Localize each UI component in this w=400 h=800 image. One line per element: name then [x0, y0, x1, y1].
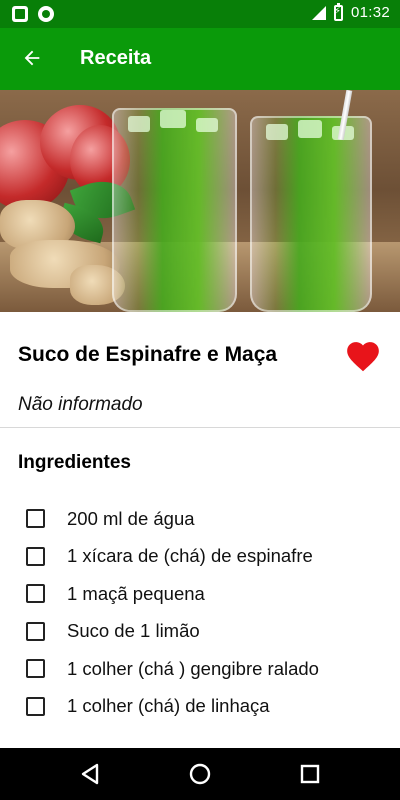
signal-icon: [311, 5, 326, 20]
recipe-subtitle: Não informado: [18, 394, 143, 415]
ingredient-checkbox[interactable]: [26, 546, 45, 566]
heart-icon: [347, 342, 379, 372]
photo-ice: [128, 116, 150, 132]
photo-ice: [196, 118, 218, 132]
arrow-back-icon: [24, 50, 40, 66]
back-button[interactable]: [16, 42, 48, 74]
ingredients-heading: Ingredientes: [18, 452, 131, 473]
ingredient-checkbox[interactable]: [26, 659, 45, 679]
photo-juice-glass: [112, 108, 237, 312]
home-circle-icon: [189, 763, 211, 785]
ingredient-label: 1 xícara de (chá) de espinafre: [67, 545, 313, 567]
ingredient-checkbox[interactable]: [26, 696, 45, 716]
photo-ice: [266, 124, 288, 140]
ingredient-item[interactable]: 1 colher (chá) de linhaça: [0, 688, 400, 726]
recents-square-icon: [300, 764, 320, 784]
ingredient-checkbox[interactable]: [26, 584, 45, 604]
favorite-button[interactable]: [344, 340, 382, 376]
status-time: 01:32: [350, 4, 390, 21]
ingredients-list: 200 ml de água 1 xícara de (chá) de espi…: [0, 500, 400, 725]
ingredient-item[interactable]: 1 xícara de (chá) de espinafre: [0, 538, 400, 576]
ingredient-label: 1 maçã pequena: [67, 582, 205, 604]
ingredient-item[interactable]: 1 colher (chá ) gengibre ralado: [0, 650, 400, 688]
ingredient-label: 1 colher (chá) de linhaça: [67, 695, 270, 717]
recipe-details: Suco de Espinafre e Maça Não informado I…: [0, 312, 400, 748]
nav-back-button[interactable]: [74, 758, 106, 790]
photo-ice: [298, 120, 322, 138]
divider: [0, 427, 400, 428]
ingredient-item[interactable]: Suco de 1 limão: [0, 613, 400, 651]
recipe-photo: [0, 90, 400, 312]
ingredient-checkbox[interactable]: [26, 509, 45, 529]
notification-app-icon: [12, 6, 28, 22]
battery-charging-icon: [333, 2, 343, 21]
status-bar: 01:32: [0, 0, 400, 28]
system-nav-bar: [0, 748, 400, 800]
app-bar: Receita: [0, 28, 400, 90]
back-triangle-icon: [81, 763, 99, 785]
ingredient-label: Suco de 1 limão: [67, 620, 200, 642]
notification-record-icon: [38, 6, 54, 22]
ingredient-item[interactable]: 1 maçã pequena: [0, 575, 400, 613]
recipe-title: Suco de Espinafre e Maça: [18, 343, 278, 366]
page-title: Receita: [80, 47, 152, 69]
ingredient-checkbox[interactable]: [26, 621, 45, 641]
ingredient-label: 200 ml de água: [67, 507, 195, 529]
nav-home-button[interactable]: [184, 758, 216, 790]
ingredient-item[interactable]: 200 ml de água: [0, 500, 400, 538]
photo-juice-glass: [250, 116, 372, 312]
ingredient-label: 1 colher (chá ) gengibre ralado: [67, 657, 319, 679]
photo-ice: [160, 110, 186, 128]
nav-recents-button[interactable]: [294, 758, 326, 790]
